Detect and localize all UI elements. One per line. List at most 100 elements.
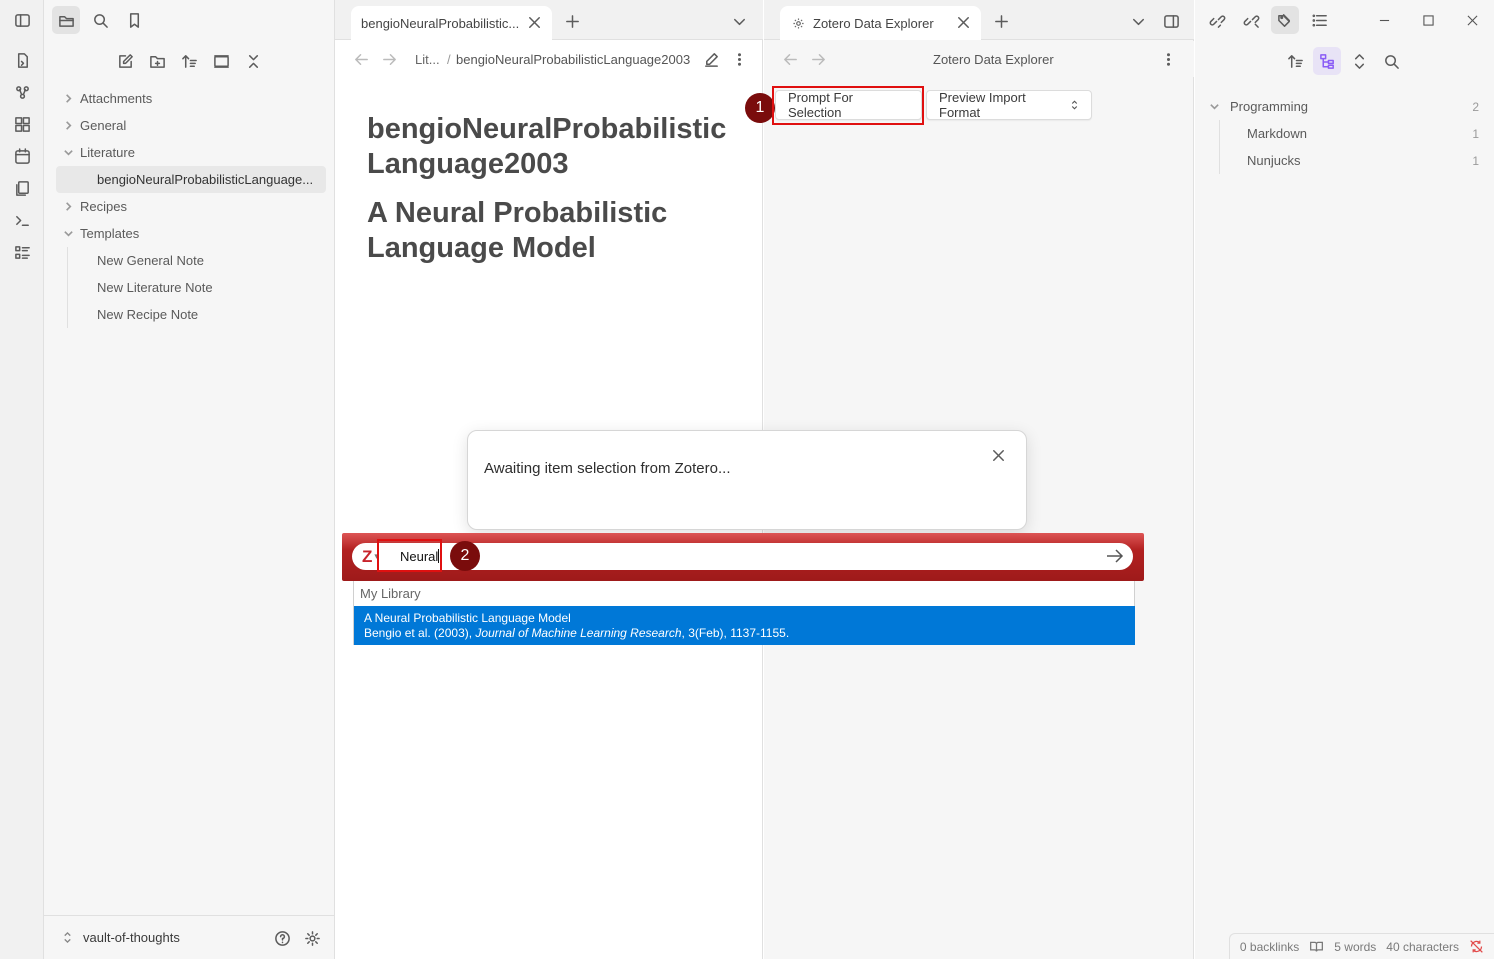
- tag-indent-guide: [1219, 120, 1220, 174]
- result-citation: Bengio et al. (2003), Journal of Machine…: [364, 626, 1135, 640]
- tree-item-label: New Recipe Note: [97, 307, 199, 322]
- terminal-icon[interactable]: [8, 206, 36, 234]
- heading-filename: bengioNeuralProbabilistic Language2003: [367, 113, 727, 180]
- more-options-icon[interactable]: [1154, 45, 1182, 73]
- calendar-icon[interactable]: [8, 142, 36, 170]
- back-arrow-icon[interactable]: [776, 45, 804, 73]
- breadcrumb-folder[interactable]: Lit...: [415, 52, 440, 67]
- close-icon[interactable]: [984, 441, 1012, 469]
- outgoing-links-icon[interactable]: [1237, 6, 1265, 34]
- outline-icon[interactable]: [1305, 6, 1333, 34]
- collapse-all-icon[interactable]: [239, 47, 267, 75]
- status-bar: 0 backlinks 5 words 40 characters: [1228, 933, 1494, 959]
- breadcrumb-file[interactable]: bengioNeuralProbabilisticLanguage2003: [456, 52, 690, 67]
- sort-icon[interactable]: [175, 47, 203, 75]
- tree-file-bengio[interactable]: bengioNeuralProbabilisticLanguage...: [56, 166, 326, 193]
- highlight-box: [377, 539, 442, 572]
- new-folder-icon[interactable]: [143, 47, 171, 75]
- close-tab-icon[interactable]: [951, 10, 975, 34]
- tab-list-chevron-icon[interactable]: [1124, 7, 1152, 35]
- tree-folder-recipes[interactable]: Recipes: [56, 193, 326, 220]
- zotero-result-item[interactable]: A Neural Probabilistic Language Model Be…: [354, 606, 1135, 645]
- vault-switcher[interactable]: vault-of-thoughts: [44, 915, 334, 959]
- templates-icon[interactable]: [8, 174, 36, 202]
- tree-file-new-literature-note[interactable]: New Literature Note: [56, 274, 326, 301]
- forward-arrow-icon[interactable]: [375, 45, 403, 73]
- tree-item-label: Literature: [80, 145, 135, 160]
- search-icon[interactable]: [1377, 47, 1405, 75]
- new-tab-plus-icon[interactable]: [987, 7, 1015, 35]
- gear-icon: [792, 17, 805, 30]
- new-note-icon[interactable]: [111, 47, 139, 75]
- citation-journal: Journal of Machine Learning Research: [475, 626, 682, 640]
- tree-folder-literature[interactable]: Literature: [56, 139, 326, 166]
- submit-arrow-icon[interactable]: [1105, 547, 1125, 565]
- outline-list-icon[interactable]: [8, 238, 36, 266]
- right-sidebar-toggle-icon[interactable]: [1157, 7, 1185, 35]
- tag-label: Markdown: [1247, 126, 1307, 141]
- chevron-updown-icon: [62, 931, 73, 944]
- edit-pencil-icon[interactable]: [697, 45, 725, 73]
- close-window-icon[interactable]: [1450, 0, 1494, 40]
- tree-folder-templates[interactable]: Templates: [56, 220, 326, 247]
- chevron-down-icon: [56, 228, 80, 239]
- tag-programming[interactable]: Programming 2: [1209, 93, 1479, 120]
- maximize-icon[interactable]: [1406, 0, 1450, 40]
- status-char-count: 40 characters: [1386, 939, 1459, 954]
- chevron-right-icon: [56, 93, 80, 104]
- tags-icon[interactable]: [1271, 6, 1299, 34]
- import-format-select[interactable]: Preview Import Format: [926, 90, 1092, 120]
- status-backlinks[interactable]: 0 backlinks: [1240, 940, 1299, 954]
- settings-gear-icon[interactable]: [298, 924, 326, 952]
- more-options-icon[interactable]: [725, 45, 753, 73]
- bookmark-icon[interactable]: [120, 6, 148, 34]
- tab-bengio-note[interactable]: bengioNeuralProbabilistic...: [351, 6, 552, 40]
- graph-view-icon[interactable]: [8, 78, 36, 106]
- zotero-logo-icon[interactable]: Z: [362, 547, 372, 567]
- canvas-icon[interactable]: [8, 110, 36, 138]
- chevron-down-icon: [56, 147, 80, 158]
- new-tab-plus-icon[interactable]: [558, 7, 586, 35]
- help-icon[interactable]: [268, 924, 296, 952]
- tree-view-icon[interactable]: [1313, 47, 1341, 75]
- tree-item-label: New Literature Note: [97, 280, 213, 295]
- tag-nunjucks[interactable]: Nunjucks 1: [1209, 147, 1479, 174]
- back-arrow-icon[interactable]: [347, 45, 375, 73]
- tab-list-chevron-icon[interactable]: [725, 7, 753, 35]
- tree-file-new-general-note[interactable]: New General Note: [56, 247, 326, 274]
- zotero-results-panel: My Library A Neural Probabilistic Langua…: [353, 581, 1135, 645]
- tree-folder-attachments[interactable]: Attachments: [56, 85, 326, 112]
- tree-item-label: Templates: [80, 226, 140, 241]
- close-tab-icon[interactable]: [522, 10, 546, 34]
- status-word-count: 5 words: [1334, 939, 1377, 954]
- search-icon[interactable]: [86, 6, 114, 34]
- reading-view-icon[interactable]: [1309, 939, 1324, 954]
- tree-file-new-recipe-note[interactable]: New Recipe Note: [56, 301, 326, 328]
- tag-label: Programming: [1230, 99, 1309, 114]
- chevron-right-icon: [56, 201, 80, 212]
- auto-reveal-icon[interactable]: [207, 47, 235, 75]
- sync-disabled-icon[interactable]: [1469, 939, 1484, 954]
- backlinks-icon[interactable]: [1203, 6, 1231, 34]
- sidebar-toggle-icon[interactable]: [8, 6, 36, 34]
- tag-label: Nunjucks: [1247, 153, 1301, 168]
- forward-arrow-icon[interactable]: [804, 45, 832, 73]
- tag-count: 1: [1472, 126, 1479, 141]
- tree-folder-general[interactable]: General: [56, 112, 326, 139]
- plugin-nav-bar: Zotero Data Explorer: [764, 41, 1194, 77]
- file-explorer: Attachments General Literature bengioNeu…: [44, 0, 335, 959]
- minimize-icon[interactable]: [1362, 0, 1406, 40]
- tree-item-label: Recipes: [80, 199, 127, 214]
- files-tab-icon[interactable]: [52, 6, 80, 34]
- open-quick-switcher-icon[interactable]: [8, 46, 36, 74]
- expand-collapse-icon[interactable]: [1345, 47, 1373, 75]
- library-header: My Library: [360, 586, 421, 601]
- step-badge-1: 1: [745, 93, 775, 123]
- chevron-down-icon: [1209, 101, 1230, 112]
- vault-name: vault-of-thoughts: [83, 930, 180, 945]
- tag-markdown[interactable]: Markdown 1: [1209, 120, 1479, 147]
- tab-zotero-data-explorer[interactable]: Zotero Data Explorer: [780, 6, 981, 40]
- sort-icon[interactable]: [1281, 47, 1309, 75]
- tab-title: Zotero Data Explorer: [813, 15, 934, 31]
- right-sidebar: Programming 2 Markdown 1 Nunjucks 1 0 ba…: [1195, 0, 1494, 959]
